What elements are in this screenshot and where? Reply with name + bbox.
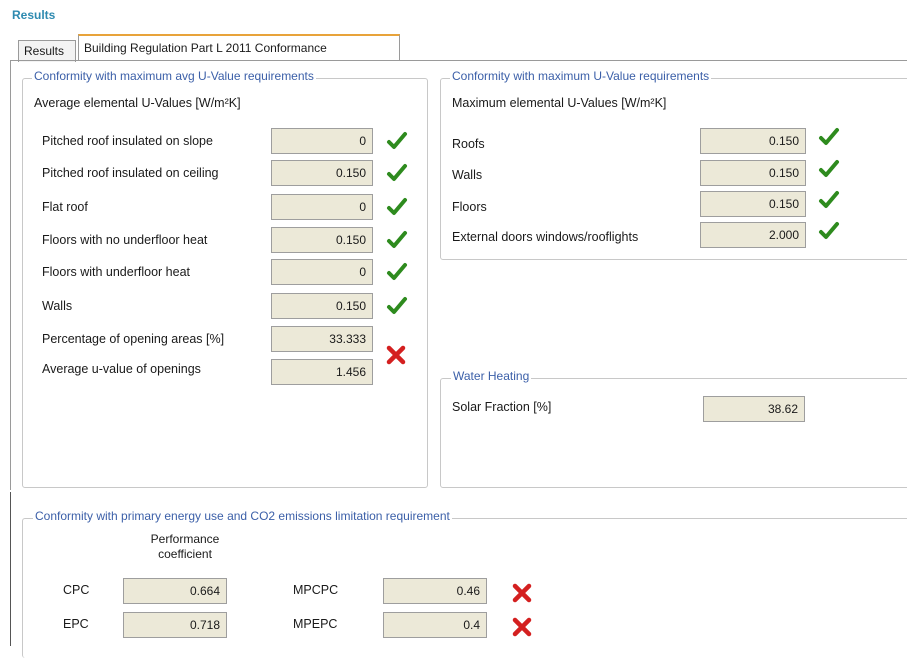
uvalue-field: 0 xyxy=(271,259,373,285)
frame-line xyxy=(10,492,11,646)
row-label: Walls xyxy=(452,168,483,182)
check-icon xyxy=(387,198,407,215)
energy-legend: Conformity with primary energy use and C… xyxy=(33,509,452,523)
uvalue-field: 2.000 xyxy=(700,222,806,248)
performance-header-line2: coefficient xyxy=(158,547,212,561)
uvalue-field: 0.150 xyxy=(700,191,806,217)
check-icon xyxy=(819,222,839,239)
row-label: Percentage of opening areas [%] xyxy=(42,332,225,346)
cross-icon xyxy=(512,583,532,603)
row-label: Floors xyxy=(452,200,487,214)
uvalue-field: 33.333 xyxy=(271,326,373,352)
tab-content-border xyxy=(10,60,907,61)
uvalue-field: 0.150 xyxy=(271,227,373,253)
check-icon xyxy=(387,132,407,149)
performance-header-line1: Performance xyxy=(150,532,220,546)
check-icon xyxy=(819,191,839,208)
row-label: Walls xyxy=(42,299,73,313)
row-label: External doors windows/rooflights xyxy=(452,230,639,244)
uvalue-field: 0.150 xyxy=(271,293,373,319)
cpc-field: 0.664 xyxy=(123,578,227,604)
check-icon xyxy=(387,263,407,280)
avg-uvalue-subtitle: Average elemental U-Values [W/m²K] xyxy=(34,96,241,110)
uvalue-field: 0 xyxy=(271,194,373,220)
row-label: Pitched roof insulated on slope xyxy=(42,134,213,148)
water-heating-panel xyxy=(440,378,907,488)
epc-label: EPC xyxy=(63,617,89,631)
mpepc-field: 0.4 xyxy=(383,612,487,638)
uvalue-field: 0.150 xyxy=(700,128,806,154)
mpcpc-field: 0.46 xyxy=(383,578,487,604)
check-icon xyxy=(387,231,407,248)
check-icon xyxy=(387,297,407,314)
check-icon xyxy=(819,160,839,177)
uvalue-field: 0 xyxy=(271,128,373,154)
uvalue-field: 0.150 xyxy=(271,160,373,186)
max-uvalue-subtitle: Maximum elemental U-Values [W/m²K] xyxy=(452,96,667,110)
row-label: Pitched roof insulated on ceiling xyxy=(42,166,219,180)
cross-icon xyxy=(386,345,406,365)
cross-icon xyxy=(512,617,532,637)
uvalue-field: 0.150 xyxy=(700,160,806,186)
water-heating-legend: Water Heating xyxy=(451,369,532,383)
mpepc-label: MPEPC xyxy=(293,617,338,631)
mpcpc-label: MPCPC xyxy=(293,583,339,597)
results-header: Results xyxy=(12,8,56,22)
tab-results[interactable]: Results xyxy=(18,40,76,62)
solar-fraction-label: Solar Fraction [%] xyxy=(452,400,552,414)
check-icon xyxy=(819,128,839,145)
tab-part-l-conformance[interactable]: Building Regulation Part L 2011 Conforma… xyxy=(78,34,400,60)
solar-fraction-field: 38.62 xyxy=(703,396,805,422)
row-label: Flat roof xyxy=(42,200,88,214)
row-label: Roofs xyxy=(452,137,485,151)
epc-field: 0.718 xyxy=(123,612,227,638)
avg-uvalue-legend: Conformity with maximum avg U-Value requ… xyxy=(32,69,316,83)
cpc-label: CPC xyxy=(63,583,90,597)
row-label: Floors with underfloor heat xyxy=(42,265,190,279)
row-label: Floors with no underfloor heat xyxy=(42,233,208,247)
max-uvalue-legend: Conformity with maximum U-Value requirem… xyxy=(450,69,712,83)
tab-content-border-left xyxy=(10,60,11,490)
check-icon xyxy=(387,164,407,181)
uvalue-field: 1.456 xyxy=(271,359,373,385)
row-label: Average u-value of openings xyxy=(42,362,201,376)
